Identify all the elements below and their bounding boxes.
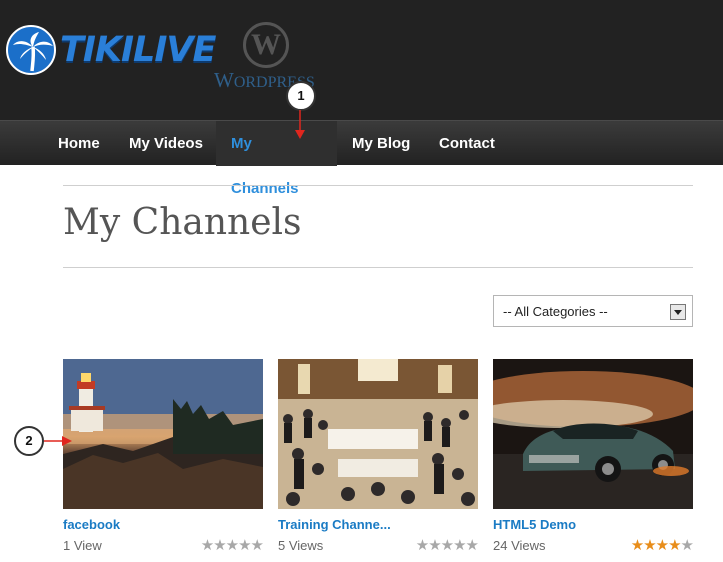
- category-select-value: -- All Categories --: [503, 304, 608, 319]
- channel-thumbnail-lighthouse[interactable]: [63, 359, 263, 509]
- callout-1-marker: 1: [286, 81, 316, 111]
- star-icon[interactable]: ★: [631, 537, 644, 554]
- channel-thumbnail-crowd[interactable]: [278, 359, 478, 509]
- channel-views: 5 Views: [278, 538, 324, 553]
- star-icon[interactable]: ★: [453, 537, 466, 554]
- star-icon[interactable]: ★: [213, 537, 226, 554]
- title-divider-top: [63, 185, 693, 186]
- star-icon[interactable]: ★: [251, 537, 264, 554]
- channel-meta: 24 Views ★★★★★: [493, 536, 694, 556]
- nav-my-videos[interactable]: My Videos: [114, 121, 218, 166]
- wordpress-logo-icon: W: [243, 22, 289, 68]
- channel-title[interactable]: facebook: [63, 517, 263, 532]
- star-icon[interactable]: ★: [466, 537, 479, 554]
- channel-meta: 1 View ★★★★★: [63, 536, 264, 556]
- channel-meta: 5 Views ★★★★★: [278, 536, 479, 556]
- star-icon[interactable]: ★: [238, 537, 251, 554]
- channel-thumbnail-car[interactable]: [493, 359, 693, 509]
- channel-card[interactable]: HTML5 Demo 24 Views ★★★★★: [493, 359, 694, 556]
- nav-my-channels[interactable]: My Channels: [216, 121, 337, 197]
- rating-stars[interactable]: ★★★★★: [416, 536, 479, 556]
- star-icon[interactable]: ★: [428, 537, 441, 554]
- star-icon[interactable]: ★: [643, 537, 656, 554]
- callout-2-marker: 2: [14, 426, 44, 456]
- star-icon[interactable]: ★: [416, 537, 429, 554]
- rating-stars[interactable]: ★★★★★: [201, 536, 264, 556]
- nav-home[interactable]: Home: [43, 121, 115, 166]
- site-logo-text[interactable]: TIKILIVE: [60, 30, 216, 70]
- channel-card[interactable]: facebook 1 View ★★★★★: [63, 359, 264, 556]
- category-select[interactable]: -- All Categories --: [493, 295, 693, 327]
- star-icon[interactable]: ★: [441, 537, 454, 554]
- callout-2-arrow-icon: [44, 436, 72, 446]
- channel-title[interactable]: Training Channe...: [278, 517, 478, 532]
- callout-1-arrow-icon: [295, 110, 305, 139]
- nav-my-blog[interactable]: My Blog: [337, 121, 425, 166]
- channel-views: 1 View: [63, 538, 102, 553]
- site-header: TIKILIVE W WORDPRESS: [0, 0, 723, 120]
- channel-views: 24 Views: [493, 538, 546, 553]
- star-icon[interactable]: ★: [656, 537, 669, 554]
- chevron-down-icon[interactable]: [670, 304, 686, 320]
- wordpress-wordmark-initial: W: [214, 68, 234, 92]
- rating-stars[interactable]: ★★★★★: [631, 536, 694, 556]
- page-title: My Channels: [63, 202, 302, 243]
- channel-card[interactable]: Training Channe... 5 Views ★★★★★: [278, 359, 479, 556]
- channel-title[interactable]: HTML5 Demo: [493, 517, 693, 532]
- star-icon[interactable]: ★: [681, 537, 694, 554]
- palm-tree-logo-icon[interactable]: [6, 25, 56, 75]
- nav-contact[interactable]: Contact: [424, 121, 510, 166]
- star-icon[interactable]: ★: [201, 537, 214, 554]
- main-nav: Home My Videos My Channels My Blog Conta…: [0, 120, 723, 197]
- star-icon[interactable]: ★: [668, 537, 681, 554]
- title-divider-bottom: [63, 267, 693, 268]
- star-icon[interactable]: ★: [226, 537, 239, 554]
